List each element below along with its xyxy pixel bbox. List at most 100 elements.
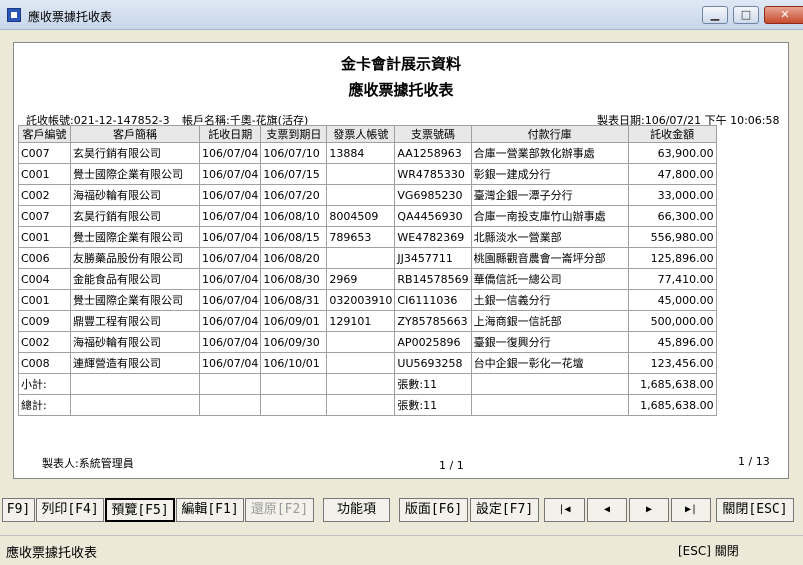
table-cell	[470, 394, 629, 416]
table-cell	[260, 373, 328, 395]
table-cell: 覺士國際企業有限公司	[70, 163, 200, 185]
table-cell: 張數:11	[394, 394, 472, 416]
table-cell: 106/10/01	[260, 352, 328, 374]
table-row: C008 連輝營造有限公司 106/07/04 106/10/01 UU5693258 台…	[18, 352, 717, 374]
table-cell: 覺士國際企業有限公司	[70, 289, 200, 311]
table-cell	[198, 373, 262, 395]
table-cell: 129101	[326, 310, 396, 332]
table-cell: WE4782369	[394, 226, 472, 248]
table-cell: C009	[18, 310, 71, 332]
table-cell: 106/07/04	[198, 184, 262, 206]
table-cell: 金能食品有限公司	[70, 268, 200, 290]
table-cell	[326, 184, 396, 206]
table-cell: C006	[18, 247, 71, 269]
table-cell: 1,685,638.00	[627, 394, 717, 416]
preview-button[interactable]: 預覽[F5]	[105, 498, 175, 522]
table-cell: CI6111036	[394, 289, 472, 311]
report-title: 應收票據托收表	[348, 81, 454, 99]
table-cell: ZY85785663	[394, 310, 472, 332]
exit-button[interactable]: 關閉[ESC]	[716, 498, 794, 522]
table-cell	[70, 373, 200, 395]
table-cell: 桃園縣觀音農會一崙坪分部	[470, 247, 629, 269]
page-indicator: 1 / 13	[738, 455, 770, 468]
minimize-button[interactable]: ▁	[702, 6, 728, 24]
close-button[interactable]: ✕	[764, 6, 803, 24]
table-cell: AA1258963	[394, 142, 472, 164]
table-cell: 玄昊行銷有限公司	[70, 142, 200, 164]
restore-button[interactable]: 還原[F2]	[245, 498, 314, 522]
table-header-row: 客戶編號 客戶簡稱 託收日期 支票到期日 發票人帳號 支票號碼 付款行庫 託收金額	[18, 125, 717, 143]
table-cell: 小計:	[18, 373, 71, 395]
table-row: C002 海福砂輪有限公司 106/07/04 106/07/20 VG6985230 臺…	[18, 184, 717, 206]
table-cell: WR4785330	[394, 163, 472, 185]
table-cell: 45,896.00	[627, 331, 717, 353]
table-cell: 33,000.00	[627, 184, 717, 206]
window-title: 應收票據托收表	[28, 10, 113, 24]
function-button[interactable]: 功能項	[323, 498, 390, 522]
maximize-button[interactable]: □	[733, 6, 759, 24]
print-button[interactable]: 列印[F4]	[36, 498, 104, 522]
table-cell: 合庫一營業部敦化辦事處	[470, 142, 629, 164]
table-cell: 華僑信託一總公司	[470, 268, 629, 290]
table-cell: 556,980.00	[627, 226, 717, 248]
report-preview[interactable]: 金卡會計展示資料 應收票據托收表 託收帳號:021-12-147852-3 帳戶…	[13, 42, 789, 479]
table-cell: 106/08/10	[260, 205, 328, 227]
table-cell	[260, 394, 328, 416]
table-cell: 106/07/10	[260, 142, 328, 164]
table-cell: 1,685,638.00	[627, 373, 717, 395]
column-header: 支票號碼	[394, 125, 472, 143]
table-cell: 總計:	[18, 394, 71, 416]
table-cell: 106/07/04	[198, 352, 262, 374]
total-row: 小計: 張數:11 1,685,638.00	[18, 373, 717, 395]
table-cell: 8004509	[326, 205, 396, 227]
table-cell: 2969	[326, 268, 396, 290]
setting-button[interactable]: 設定[F7]	[470, 498, 539, 522]
table-cell: C001	[18, 289, 71, 311]
table-cell: 45,000.00	[627, 289, 717, 311]
table-cell: C002	[18, 331, 71, 353]
table-cell: 63,900.00	[627, 142, 717, 164]
table-cell	[70, 394, 200, 416]
column-header: 託收金額	[627, 125, 717, 143]
table-cell: 125,896.00	[627, 247, 717, 269]
table-cell: 123,456.00	[627, 352, 717, 374]
table-cell: 106/07/04	[198, 268, 262, 290]
report-page: 1 / 1	[439, 459, 464, 472]
column-header: 託收日期	[198, 125, 262, 143]
table-cell: 106/07/04	[198, 247, 262, 269]
table-cell: QA4456930	[394, 205, 472, 227]
column-header: 客戶編號	[18, 125, 71, 143]
status-text: 應收票據托收表	[6, 546, 98, 561]
next-page-button[interactable]: ▶	[629, 498, 669, 522]
table-cell: 106/07/04	[198, 205, 262, 227]
table-cell: 連輝營造有限公司	[70, 352, 200, 374]
table-cell	[326, 373, 396, 395]
table-cell: 106/07/04	[198, 142, 262, 164]
table-cell: 覺士國際企業有限公司	[70, 226, 200, 248]
table-cell: 106/07/04	[198, 163, 262, 185]
edit-button[interactable]: 編輯[F1]	[176, 498, 244, 522]
table-cell: C001	[18, 226, 71, 248]
layout-button[interactable]: 版面[F6]	[399, 498, 468, 522]
table-cell: 彰銀一建成分行	[470, 163, 629, 185]
table-cell: C007	[18, 142, 71, 164]
table-cell: C004	[18, 268, 71, 290]
last-page-button[interactable]: ▶|	[671, 498, 711, 522]
table-cell: 合庫一南投支庫竹山辦事處	[470, 205, 629, 227]
first-page-button[interactable]: |◀	[544, 498, 585, 522]
company-title: 金卡會計展示資料	[340, 55, 461, 73]
status-bar: 應收票據托收表 [ESC] 關閉	[0, 535, 803, 565]
table-cell: 106/08/31	[260, 289, 328, 311]
table-cell: C007	[18, 205, 71, 227]
table-cell: 上海商銀一信託部	[470, 310, 629, 332]
table-cell: 張數:11	[394, 373, 472, 395]
table-cell	[326, 394, 396, 416]
table-cell: 789653	[326, 226, 396, 248]
table-row: C007 玄昊行銷有限公司 106/07/04 106/08/10 8004509 QA4…	[18, 205, 717, 227]
f9-button[interactable]: F9]	[2, 498, 35, 522]
table-cell: 106/08/20	[260, 247, 328, 269]
table-cell: JJ3457711	[394, 247, 472, 269]
table-cell: 106/07/04	[198, 226, 262, 248]
prev-page-button[interactable]: ◀	[587, 498, 627, 522]
table-cell: 海福砂輪有限公司	[70, 184, 200, 206]
